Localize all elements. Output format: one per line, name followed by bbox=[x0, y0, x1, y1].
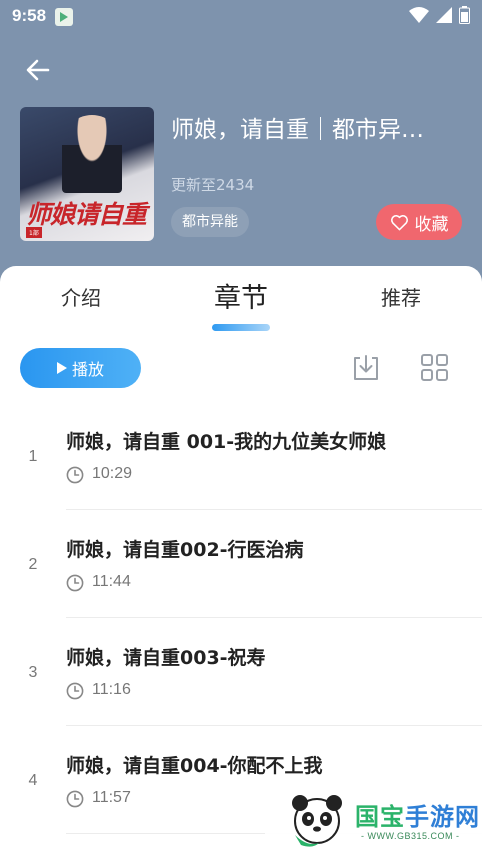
panda-logo-icon bbox=[292, 795, 342, 847]
tab-intro[interactable]: 介绍 bbox=[50, 282, 112, 311]
audiobook-detail-screen: 9:58 师娘请自重 1部 师娘，请自重｜都市异… 更新至2434 都市异能 收… bbox=[0, 0, 482, 857]
book-cover[interactable]: 师娘请自重 1部 bbox=[20, 107, 154, 241]
status-bar: 9:58 bbox=[0, 0, 482, 34]
row-divider bbox=[66, 617, 482, 618]
chapter-row[interactable]: 1 师娘，请自重 001-我的九位美女师娘 10:29 bbox=[0, 414, 482, 522]
favorite-button[interactable]: 收藏 bbox=[376, 204, 462, 240]
play-icon bbox=[56, 362, 67, 374]
chapter-row[interactable]: 3 师娘，请自重003-祝寿 11:16 bbox=[0, 630, 482, 738]
cover-figure bbox=[62, 115, 122, 193]
wifi-icon bbox=[409, 7, 429, 23]
play-label: 播放 bbox=[71, 360, 104, 379]
chapter-title: 师娘，请自重003-祝寿 bbox=[66, 647, 266, 669]
play-button[interactable]: 播放 bbox=[20, 348, 141, 388]
clock-icon bbox=[66, 790, 84, 808]
site-watermark: 国宝手游网 - WWW.GB315.COM - bbox=[265, 775, 482, 857]
chapter-row[interactable]: 2 师娘，请自重002-行医治病 11:44 bbox=[0, 522, 482, 630]
book-header: 9:58 师娘请自重 1部 师娘，请自重｜都市异… 更新至2434 都市异能 收… bbox=[0, 0, 482, 300]
tab-recommend[interactable]: 推荐 bbox=[370, 282, 432, 311]
chapter-duration: 11:57 bbox=[92, 789, 131, 806]
chapter-number: 4 bbox=[28, 772, 38, 789]
download-icon[interactable] bbox=[351, 353, 381, 383]
chapter-duration: 10:29 bbox=[92, 465, 133, 482]
status-time: 9:58 bbox=[12, 6, 47, 25]
back-arrow-icon[interactable] bbox=[24, 56, 52, 84]
grid-icon[interactable] bbox=[421, 354, 448, 381]
heart-icon bbox=[390, 214, 408, 230]
app-notification-icon bbox=[55, 8, 73, 26]
chapter-number: 2 bbox=[28, 556, 38, 573]
favorite-label: 收藏 bbox=[414, 214, 449, 235]
clock-icon bbox=[66, 466, 84, 484]
battery-icon bbox=[459, 6, 470, 24]
watermark-name-a: 国宝 bbox=[355, 803, 405, 831]
row-divider bbox=[66, 509, 482, 510]
watermark-url: - WWW.GB315.COM - bbox=[361, 831, 460, 841]
chapter-duration: 11:44 bbox=[92, 573, 131, 590]
genre-tag[interactable]: 都市异能 bbox=[171, 207, 249, 237]
chapter-title: 师娘，请自重002-行医治病 bbox=[66, 539, 304, 561]
chapter-number: 3 bbox=[28, 664, 38, 681]
chapter-title: 师娘，请自重004-你配不上我 bbox=[66, 755, 323, 777]
watermark-name-b: 手游网 bbox=[405, 803, 480, 831]
update-status: 更新至2434 bbox=[171, 176, 255, 194]
tab-chapters[interactable]: 章节 bbox=[205, 276, 277, 315]
clock-icon bbox=[66, 682, 84, 700]
signal-icon bbox=[436, 7, 452, 23]
book-title: 师娘，请自重｜都市异… bbox=[171, 117, 424, 143]
content-card: 介绍 章节 推荐 播放 1 师娘，请自重 001-我的九位美女师娘 10:29 … bbox=[0, 266, 482, 857]
row-divider bbox=[66, 725, 482, 726]
chapter-number: 1 bbox=[28, 448, 38, 465]
chapter-duration: 11:16 bbox=[92, 681, 131, 698]
cover-tag: 1部 bbox=[26, 227, 42, 238]
active-tab-indicator bbox=[212, 324, 270, 331]
clock-icon bbox=[66, 574, 84, 592]
cover-title-art: 师娘请自重 bbox=[26, 200, 147, 229]
chapter-title: 师娘，请自重 001-我的九位美女师娘 bbox=[66, 431, 387, 453]
status-icons bbox=[409, 6, 470, 24]
watermark-name: 国宝手游网 bbox=[355, 797, 480, 832]
